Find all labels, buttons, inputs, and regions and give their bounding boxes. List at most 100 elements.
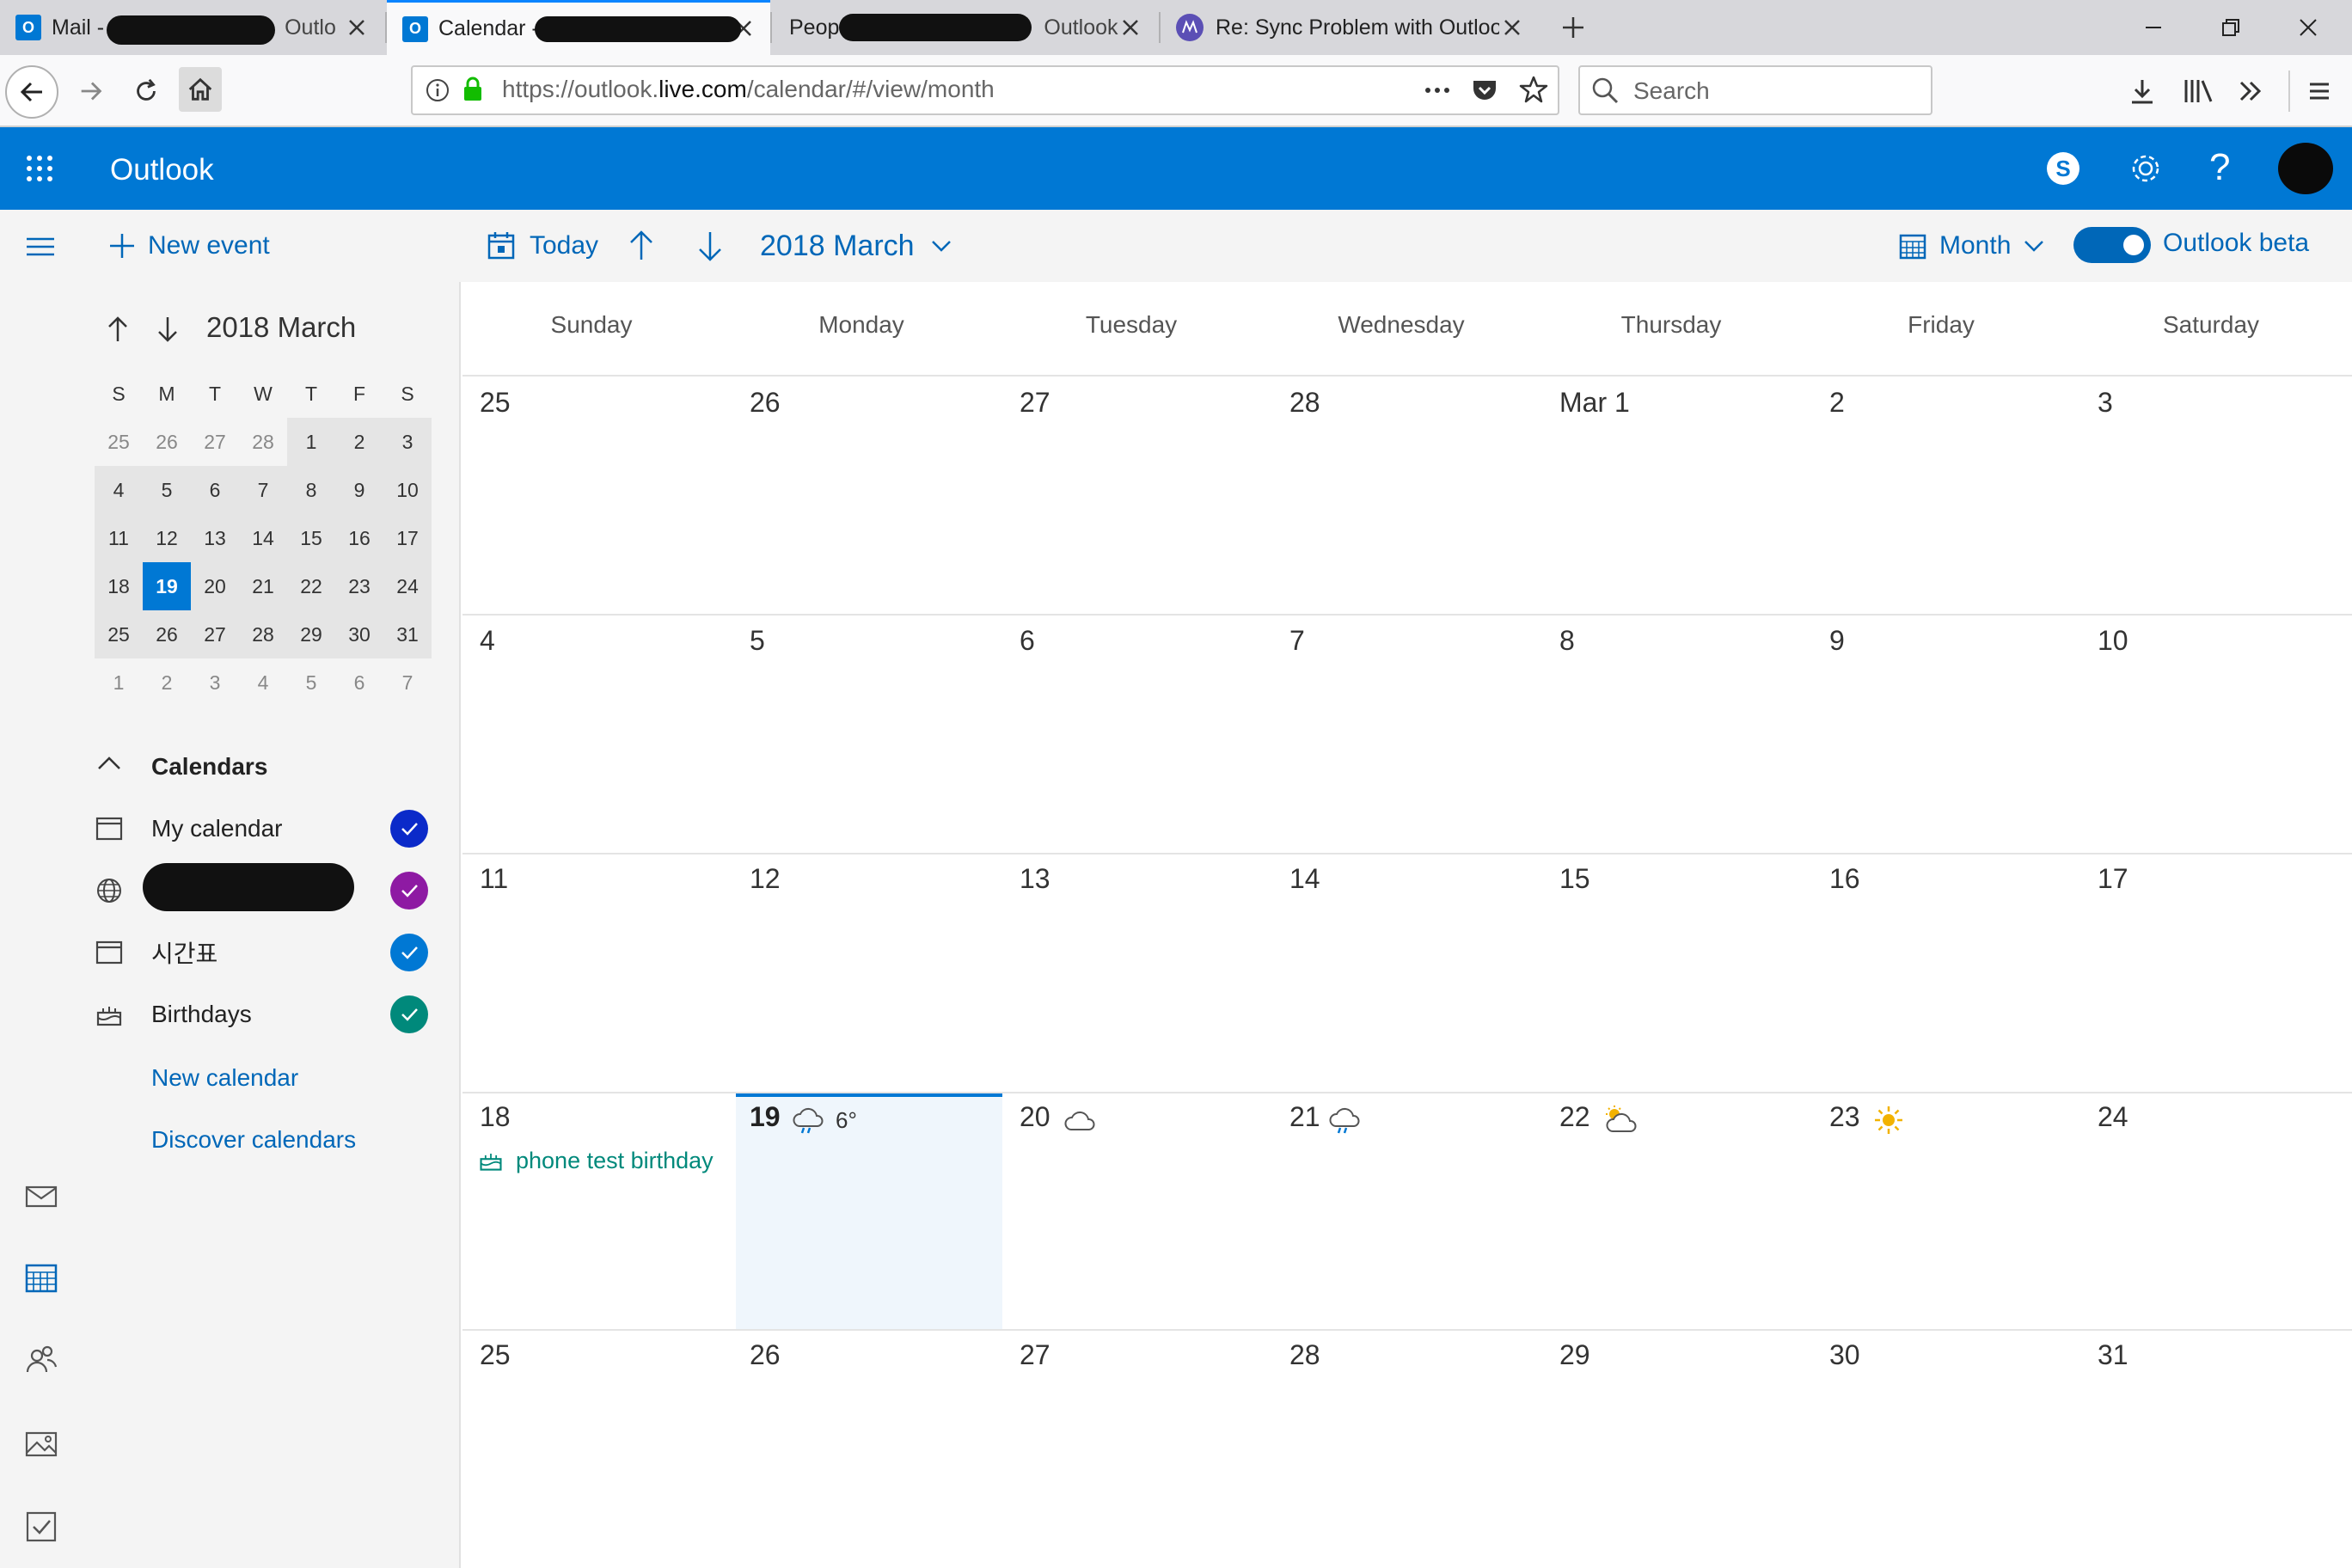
day-number[interactable]: 21 — [1289, 1101, 1320, 1133]
browser-search-box[interactable] — [1578, 65, 1932, 115]
day-number[interactable]: 18 — [480, 1101, 511, 1133]
day-number[interactable]: 29 — [1559, 1339, 1590, 1371]
minical-day[interactable]: 25 — [95, 610, 143, 658]
day-number[interactable]: 5 — [750, 625, 765, 657]
day-number[interactable]: 15 — [1559, 863, 1590, 895]
minical-day[interactable]: 2 — [143, 658, 191, 707]
page-actions-icon[interactable] — [1422, 77, 1453, 103]
day-number[interactable]: 28 — [1289, 1339, 1320, 1371]
minical-day[interactable]: 22 — [287, 562, 335, 610]
day-number[interactable]: 16 — [1829, 863, 1860, 895]
minical-day[interactable]: 15 — [287, 514, 335, 562]
browser-tab-forum[interactable]: Re: Sync Problem with Outlook — [1161, 0, 1539, 55]
forward-button[interactable] — [72, 72, 110, 110]
people-icon[interactable] — [24, 1343, 58, 1377]
day-number[interactable]: 25 — [480, 1339, 511, 1371]
calendar-check-toggle[interactable] — [390, 872, 428, 910]
minical-day[interactable]: 30 — [335, 610, 383, 658]
day-number[interactable]: 23 — [1829, 1101, 1860, 1133]
minical-day[interactable]: 21 — [239, 562, 287, 610]
minical-day[interactable]: 6 — [191, 466, 239, 514]
day-number[interactable]: 19 — [750, 1101, 781, 1133]
minical-day[interactable]: 9 — [335, 466, 383, 514]
minical-day[interactable]: 11 — [95, 514, 143, 562]
minical-day[interactable]: 16 — [335, 514, 383, 562]
app-title[interactable]: Outlook — [110, 153, 214, 187]
beta-toggle[interactable] — [2073, 227, 2151, 263]
minical-day[interactable]: 13 — [191, 514, 239, 562]
previous-month-arrow-icon[interactable] — [626, 229, 657, 263]
calendars-heading[interactable]: Calendars — [151, 753, 267, 781]
day-number[interactable]: 26 — [750, 387, 781, 419]
day-number[interactable]: 28 — [1289, 387, 1320, 419]
birthday-event[interactable]: phone test birthday — [478, 1143, 719, 1178]
day-number[interactable]: 27 — [1020, 387, 1050, 419]
calendar-check-toggle[interactable] — [390, 995, 428, 1033]
day-number[interactable]: Mar 1 — [1559, 387, 1630, 419]
minical-day[interactable]: 26 — [143, 610, 191, 658]
browser-tab-calendar[interactable]: O Calendar - - O — [387, 0, 770, 55]
minical-next-arrow-icon[interactable] — [155, 315, 181, 344]
minical-day[interactable]: 31 — [383, 610, 432, 658]
minical-day[interactable]: 27 — [191, 418, 239, 466]
close-tab-icon[interactable] — [344, 15, 370, 40]
today-button[interactable]: Today — [487, 225, 598, 266]
browser-tab-mail[interactable]: O Mail - Outlo — [0, 0, 383, 55]
day-number[interactable]: 7 — [1289, 625, 1305, 657]
minical-day[interactable]: 20 — [191, 562, 239, 610]
day-number[interactable]: 4 — [480, 625, 495, 657]
minical-day[interactable]: 26 — [143, 418, 191, 466]
minical-day[interactable]: 2 — [335, 418, 383, 466]
close-tab-icon[interactable] — [1118, 15, 1143, 40]
calendar-item-birthdays[interactable]: Birthdays — [95, 989, 252, 1040]
minical-day[interactable]: 10 — [383, 466, 432, 514]
day-number[interactable]: 10 — [2098, 625, 2128, 657]
pocket-icon[interactable] — [1470, 76, 1499, 105]
close-window-button[interactable] — [2269, 0, 2347, 55]
minical-day[interactable]: 4 — [95, 466, 143, 514]
photos-icon[interactable] — [24, 1427, 58, 1461]
day-number[interactable]: 31 — [2098, 1339, 2128, 1371]
help-icon[interactable]: ? — [2209, 146, 2230, 189]
day-number[interactable]: 27 — [1020, 1339, 1050, 1371]
minical-day[interactable]: 4 — [239, 658, 287, 707]
minical-day[interactable]: 7 — [383, 658, 432, 707]
day-number[interactable]: 13 — [1020, 863, 1050, 895]
minical-day[interactable]: 24 — [383, 562, 432, 610]
minical-day[interactable]: 7 — [239, 466, 287, 514]
minical-day[interactable]: 23 — [335, 562, 383, 610]
day-number[interactable]: 22 — [1559, 1101, 1590, 1133]
minical-day[interactable]: 3 — [191, 658, 239, 707]
discover-calendars-link[interactable]: Discover calendars — [151, 1126, 356, 1154]
day-number[interactable]: 20 — [1020, 1101, 1050, 1133]
day-number[interactable]: 17 — [2098, 863, 2128, 895]
reload-button[interactable] — [127, 72, 165, 110]
minical-day[interactable]: 14 — [239, 514, 287, 562]
tasks-icon[interactable] — [24, 1510, 58, 1544]
info-icon[interactable] — [425, 77, 450, 103]
day-number[interactable]: 25 — [480, 387, 511, 419]
library-button[interactable] — [2178, 72, 2218, 110]
minical-day[interactable]: 5 — [287, 658, 335, 707]
back-button[interactable] — [5, 65, 58, 119]
minical-prev-arrow-icon[interactable] — [105, 315, 131, 344]
minical-day[interactable]: 28 — [239, 418, 287, 466]
day-number[interactable]: 26 — [750, 1339, 781, 1371]
minical-day[interactable]: 6 — [335, 658, 383, 707]
restore-button[interactable] — [2192, 0, 2269, 55]
minical-title[interactable]: 2018 March — [206, 311, 356, 344]
home-button[interactable] — [179, 67, 222, 112]
day-number[interactable]: 24 — [2098, 1101, 2128, 1133]
app-menu-button[interactable] — [2300, 72, 2338, 110]
minical-day[interactable]: 29 — [287, 610, 335, 658]
minical-day[interactable]: 12 — [143, 514, 191, 562]
minical-day[interactable]: 8 — [287, 466, 335, 514]
calendar-icon[interactable] — [24, 1260, 58, 1295]
mail-icon[interactable] — [24, 1179, 58, 1214]
minimize-button[interactable] — [2115, 0, 2192, 55]
close-tab-icon[interactable] — [1499, 15, 1525, 40]
skype-icon[interactable]: S — [2044, 150, 2082, 187]
period-selector[interactable]: 2018 March — [760, 225, 954, 266]
minical-day[interactable]: 1 — [287, 418, 335, 466]
bookmark-star-icon[interactable] — [1518, 74, 1549, 105]
